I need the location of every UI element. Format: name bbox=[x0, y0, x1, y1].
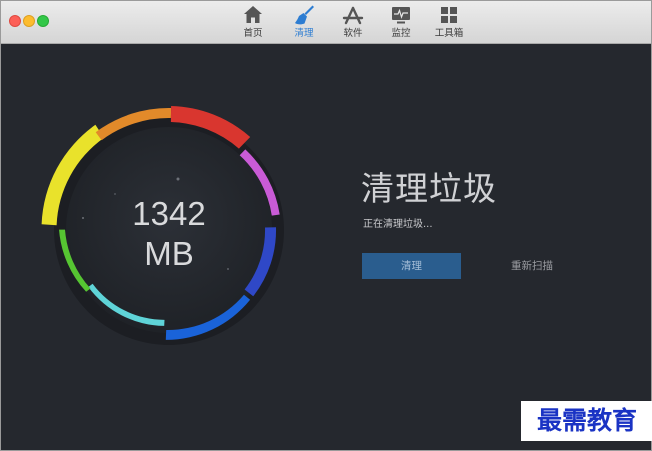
dial-sparkle bbox=[82, 217, 84, 219]
status-text: 正在清理垃圾... bbox=[363, 219, 433, 230]
tab-clean[interactable]: 清理 bbox=[282, 4, 326, 42]
clean-button[interactable]: 清理 bbox=[362, 253, 461, 279]
toolbar: 首页 清理 软件 监控 工具箱 bbox=[1, 1, 651, 44]
tab-software[interactable]: 软件 bbox=[331, 4, 375, 42]
broom-icon bbox=[295, 5, 314, 25]
zoom-window-button[interactable] bbox=[37, 15, 49, 27]
tab-toolbox-label: 工具箱 bbox=[434, 28, 464, 39]
page-title: 清理垃圾 bbox=[361, 169, 497, 208]
gauge-value: 1342 bbox=[132, 195, 206, 232]
toolbox-icon bbox=[441, 7, 457, 23]
tab-home[interactable]: 首页 bbox=[231, 4, 275, 42]
monitor-icon bbox=[392, 7, 410, 24]
home-icon bbox=[244, 6, 262, 23]
minimize-window-button[interactable] bbox=[23, 15, 35, 27]
tab-monitor-label: 监控 bbox=[391, 28, 411, 39]
tab-software-label: 软件 bbox=[343, 28, 363, 39]
app-store-icon bbox=[342, 6, 364, 25]
close-window-button[interactable] bbox=[9, 15, 21, 27]
tab-clean-label: 清理 bbox=[294, 28, 314, 39]
watermark: 最需教育 bbox=[521, 401, 652, 441]
dial-sparkle bbox=[176, 177, 180, 181]
cleanup-gauge: 1342 MB bbox=[31, 105, 293, 355]
rescan-button[interactable]: 重新扫描 bbox=[497, 253, 567, 279]
app-window: 首页 清理 软件 监控 工具箱 1342 MB 清理垃圾 正在清理垃圾... 清… bbox=[0, 0, 652, 451]
gauge-unit: MB bbox=[144, 235, 194, 272]
tab-toolbox[interactable]: 工具箱 bbox=[427, 4, 471, 42]
tab-monitor[interactable]: 监控 bbox=[379, 4, 423, 42]
tab-home-label: 首页 bbox=[243, 28, 263, 39]
